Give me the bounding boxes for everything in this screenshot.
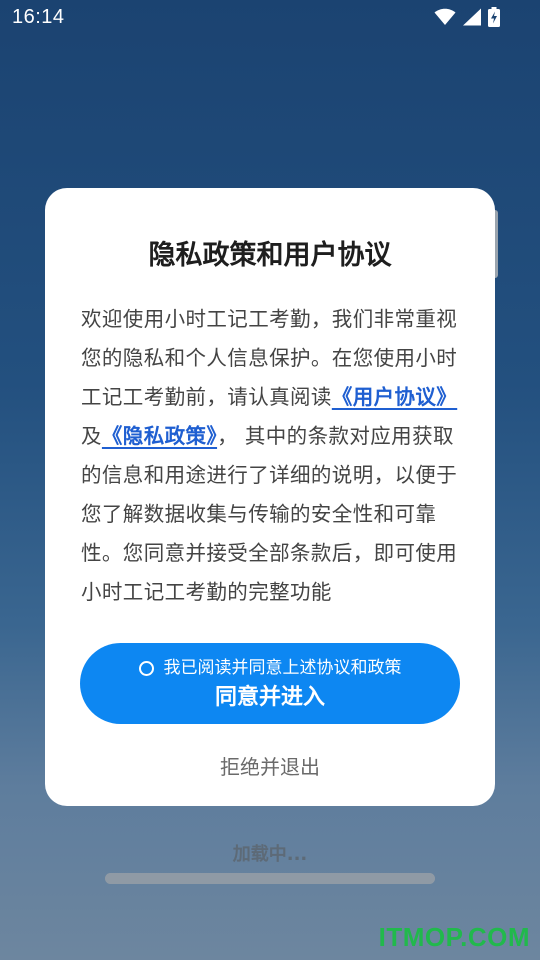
dialog-body-and: 及 (81, 424, 102, 448)
status-time: 16:14 (12, 6, 65, 28)
agree-radio-icon[interactable] (138, 660, 154, 676)
dialog-body-rest: ， 其中的条款对应用获取的信息和用途进行了详细的说明，以便于您了解数据收集与传输… (81, 424, 458, 604)
user-agreement-link[interactable]: 《用户协议》 (332, 385, 457, 409)
watermark-logo: ITMOP.COM (378, 922, 530, 952)
reject-and-exit-button[interactable]: 拒绝并退出 (170, 750, 370, 784)
loading-progress-fill (105, 873, 435, 884)
privacy-dialog: 隐私政策和用户协议 欢迎使用小时工记工考勤，我们非常重视您的隐私和个人信息保护。… (45, 188, 495, 806)
agree-button-label: 同意并进入 (214, 685, 325, 710)
app-screen: 16:14 隐私政策和用户协议 欢迎使用小时工记工考勤，我们非常重视您的隐私和个… (0, 0, 540, 960)
privacy-policy-link[interactable]: 《隐私政策》 (102, 424, 217, 448)
battery-charging-icon (488, 7, 500, 27)
loading-progress-bar (105, 873, 435, 884)
cellular-signal-icon (462, 8, 482, 26)
agree-and-enter-button[interactable]: 我已阅读并同意上述协议和政策 同意并进入 (80, 643, 460, 724)
agree-checkbox-row[interactable]: 我已阅读并同意上述协议和政策 (80, 657, 460, 679)
agree-checkbox-label: 我已阅读并同意上述协议和政策 (163, 658, 402, 678)
status-icons (434, 7, 500, 27)
dialog-body: 欢迎使用小时工记工考勤，我们非常重视您的隐私和个人信息保护。在您使用小时工记工考… (81, 300, 463, 612)
loading-text: 加载中... (232, 844, 308, 865)
wifi-icon (434, 8, 456, 26)
dialog-title: 隐私政策和用户协议 (148, 240, 392, 271)
status-bar: 16:14 (0, 0, 540, 36)
